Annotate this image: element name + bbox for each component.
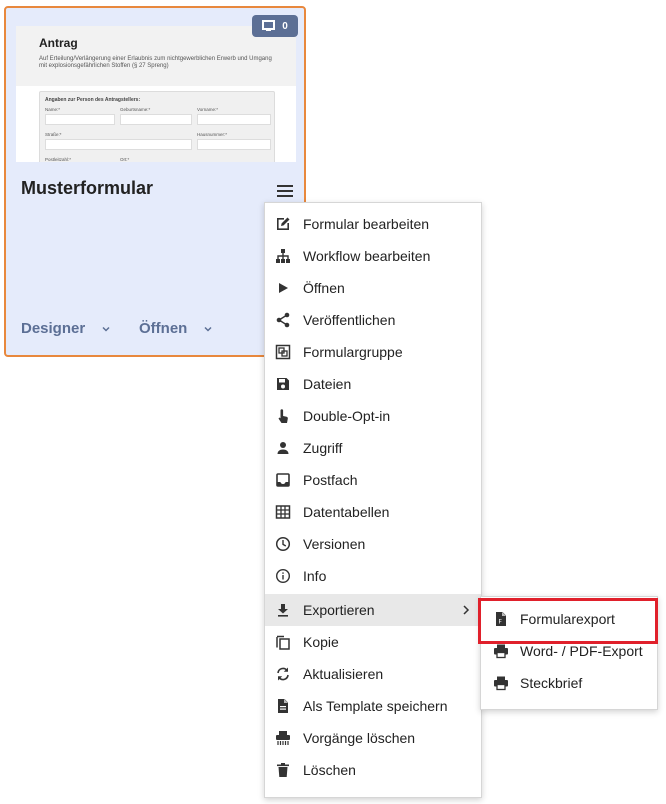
preview-form-section: Angaben zur Person des Antragstellers: N… xyxy=(39,91,275,162)
menu-item-label: Als Template speichern xyxy=(303,698,448,714)
touch-icon xyxy=(275,408,291,424)
open-dropdown[interactable]: Öffnen xyxy=(139,320,213,337)
print-icon xyxy=(493,675,509,691)
preview-field-box xyxy=(45,139,192,150)
print-icon xyxy=(493,643,509,659)
menu-item-label: Aktualisieren xyxy=(303,666,384,682)
group-icon xyxy=(275,344,291,360)
menu-item-label: Versionen xyxy=(303,536,366,552)
menu-item-double-opt-in[interactable]: Double-Opt-in xyxy=(265,400,481,432)
form-title: Musterformular xyxy=(21,178,154,198)
menu-button[interactable] xyxy=(274,182,296,200)
copy-icon xyxy=(275,634,291,650)
hamburger-line xyxy=(277,185,293,187)
menu-item-exportieren[interactable]: Exportieren xyxy=(265,594,481,626)
menu-item-workflow-bearbeiten[interactable]: Workflow bearbeiten xyxy=(265,240,481,272)
edit-icon xyxy=(275,216,291,232)
download-icon xyxy=(275,602,291,618)
chevron-down-icon xyxy=(102,326,110,332)
preview-field-label: Straße:* xyxy=(45,132,62,137)
menu-item-dateien[interactable]: Dateien xyxy=(265,368,481,400)
menu-item-label: Postfach xyxy=(303,472,358,488)
table-icon xyxy=(275,504,291,520)
inbox-icon xyxy=(275,472,291,488)
preview-field-label: Postleitzahl:* xyxy=(45,157,72,162)
file-icon xyxy=(275,698,291,714)
preview-field-label: Vorname:* xyxy=(197,107,219,112)
preview-title: Antrag xyxy=(39,36,78,50)
save-icon xyxy=(275,376,291,392)
menu-item-aktualisieren[interactable]: Aktualisieren xyxy=(265,658,481,690)
menu-item-veroeffentlichen[interactable]: Veröffentlichen xyxy=(265,304,481,336)
menu-item-label: Formulargruppe xyxy=(303,344,403,360)
submenu-item-word-pdf-export[interactable]: Word- / PDF-Export xyxy=(481,635,657,667)
submenu-item-formularexport[interactable]: F Formularexport xyxy=(481,603,657,635)
menu-item-label: Vorgänge löschen xyxy=(303,730,416,746)
form-card[interactable]: Antrag Auf Erteilung/Verlängerung einer … xyxy=(4,6,306,357)
trash-icon xyxy=(275,762,291,778)
clock-icon xyxy=(275,536,291,552)
info-icon xyxy=(275,568,291,584)
workflow-icon xyxy=(275,248,291,264)
menu-item-vorgaenge-loeschen[interactable]: Vorgänge löschen xyxy=(265,722,481,754)
preview-field-label: Name:* xyxy=(45,107,61,112)
play-icon xyxy=(275,280,291,296)
menu-item-label: Zugriff xyxy=(303,440,343,456)
designer-dropdown[interactable]: Designer xyxy=(21,320,111,337)
preview-field-box xyxy=(45,114,115,125)
chevron-down-icon xyxy=(204,326,212,332)
preview-field-box xyxy=(120,114,192,125)
preview-field-box xyxy=(197,114,271,125)
inbox-count: 0 xyxy=(282,20,288,32)
menu-item-postfach[interactable]: Postfach xyxy=(265,464,481,496)
inbox-icon xyxy=(262,20,276,31)
form-preview-thumbnail[interactable]: Antrag Auf Erteilung/Verlängerung einer … xyxy=(16,26,296,162)
menu-item-formulargruppe[interactable]: Formulargruppe xyxy=(265,336,481,368)
hamburger-line xyxy=(277,190,293,192)
preview-subtitle: Auf Erteilung/Verlängerung einer Erlaubn… xyxy=(39,56,272,69)
submenu-item-label: Word- / PDF-Export xyxy=(520,643,643,659)
context-menu: Formular bearbeiten Workflow bearbeiten … xyxy=(264,202,482,798)
menu-item-info[interactable]: Info xyxy=(265,560,481,592)
preview-field-label: Ort:* xyxy=(120,157,130,162)
menu-item-label: Double-Opt-in xyxy=(303,408,391,424)
open-label: Öffnen xyxy=(139,320,188,337)
menu-item-zugriff[interactable]: Zugriff xyxy=(265,432,481,464)
menu-item-label: Kopie xyxy=(303,634,339,650)
preview-field-box xyxy=(197,139,271,150)
menu-item-loeschen[interactable]: Löschen xyxy=(265,754,481,786)
menu-item-label: Veröffentlichen xyxy=(303,312,396,328)
preview-section-heading: Angaben zur Person des Antragstellers: xyxy=(45,97,141,103)
menu-item-label: Datentabellen xyxy=(303,504,390,520)
menu-item-label: Info xyxy=(303,568,327,584)
chevron-right-icon xyxy=(463,605,470,615)
export-submenu: F Formularexport Word- / PDF-Export Stec… xyxy=(480,596,658,710)
menu-item-kopie[interactable]: Kopie xyxy=(265,626,481,658)
menu-item-label: Workflow bearbeiten xyxy=(303,248,431,264)
submenu-item-label: Formularexport xyxy=(520,611,615,627)
refresh-icon xyxy=(275,666,291,682)
hamburger-line xyxy=(277,195,293,197)
menu-item-oeffnen[interactable]: Öffnen xyxy=(265,272,481,304)
shredder-icon xyxy=(275,730,291,746)
menu-item-datentabellen[interactable]: Datentabellen xyxy=(265,496,481,528)
file-export-icon: F xyxy=(493,611,509,627)
preview-field-label: Hausnummer:* xyxy=(197,132,228,137)
designer-label: Designer xyxy=(21,320,86,337)
share-icon xyxy=(275,312,291,328)
inbox-count-badge[interactable]: 0 xyxy=(252,15,298,37)
submenu-item-label: Steckbrief xyxy=(520,675,583,691)
menu-item-label: Formular bearbeiten xyxy=(303,216,430,232)
menu-item-label: Löschen xyxy=(303,762,356,778)
menu-item-versionen[interactable]: Versionen xyxy=(265,528,481,560)
menu-item-formular-bearbeiten[interactable]: Formular bearbeiten xyxy=(265,208,481,240)
menu-item-als-template-speichern[interactable]: Als Template speichern xyxy=(265,690,481,722)
submenu-item-steckbrief[interactable]: Steckbrief xyxy=(481,667,657,699)
menu-item-label: Öffnen xyxy=(303,280,345,296)
menu-item-label: Exportieren xyxy=(303,602,375,618)
preview-field-label: Geburtsname:* xyxy=(120,107,151,112)
person-icon xyxy=(275,440,291,456)
menu-item-label: Dateien xyxy=(303,376,352,392)
svg-text:F: F xyxy=(499,619,503,626)
